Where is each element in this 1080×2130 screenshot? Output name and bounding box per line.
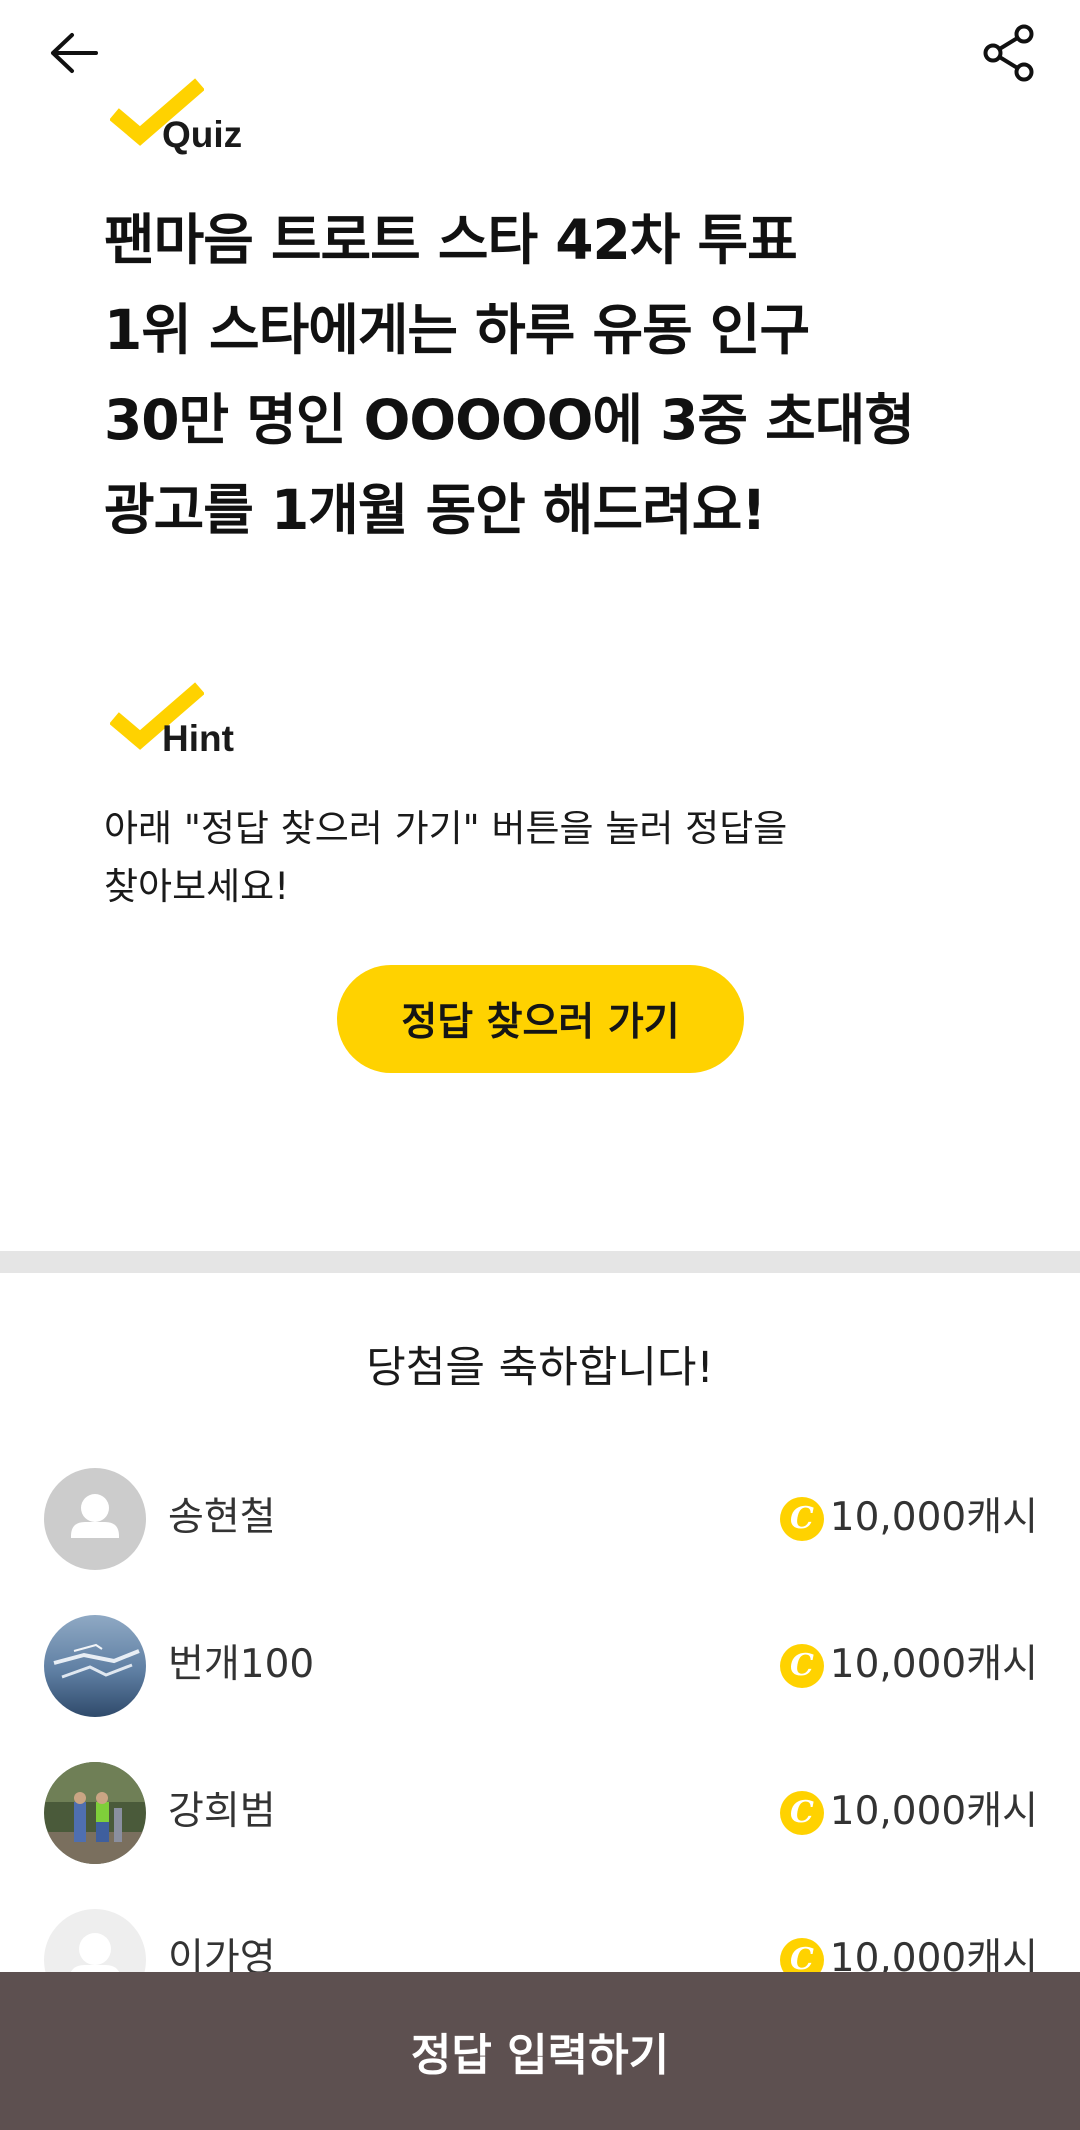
find-answer-button[interactable]: 정답 찾으러 가기 (337, 965, 744, 1073)
cash-coin-icon: C (780, 1497, 824, 1541)
winner-row: 번개100 C 10,000캐시 (0, 1593, 1080, 1723)
winner-name: 번개100 (168, 1642, 315, 1687)
winner-prize: 10,000캐시 (829, 1789, 1038, 1834)
section-divider (0, 1251, 1080, 1273)
winner-prize: 10,000캐시 (829, 1642, 1038, 1687)
cash-coin-icon: C (780, 1791, 824, 1835)
arrow-left-icon (51, 33, 98, 73)
question-line: 광고를 1개월 동안 해드려요! (104, 478, 766, 542)
hint-badge-label: Hint (162, 718, 234, 759)
winner-prize: 10,000캐시 (829, 1495, 1038, 1540)
default-avatar (44, 1468, 146, 1570)
photo-sky-avatar (44, 1615, 146, 1717)
hint-text: 아래 "정답 찾으러 가기" 버튼을 눌러 정답을 찾아보세요! (104, 800, 984, 916)
quiz-badge: Quiz (110, 78, 260, 153)
question-line: 30만 명인 OOOOO에 3중 초대형 (104, 388, 915, 452)
winner-row: 강희범 C 10,000캐시 (0, 1740, 1080, 1870)
photo-hikers-avatar (44, 1762, 146, 1864)
cash-coin-icon: C (780, 1644, 824, 1688)
winners-title: 당첨을 축하합니다! (366, 1343, 714, 1393)
winner-name: 송현철 (168, 1495, 276, 1540)
winner-name: 강희범 (168, 1789, 276, 1834)
share-button[interactable] (974, 18, 1044, 88)
back-button[interactable] (38, 22, 110, 84)
submit-answer-button[interactable]: 정답 입력하기 (0, 1972, 1080, 2130)
quiz-question: 팬마음 트로트 스타 42차 투표 1위 스타에게는 하루 유동 인구 30만 … (104, 195, 1004, 555)
hint-line: 아래 "정답 찾으러 가기" 버튼을 눌러 정답을 (104, 807, 788, 850)
hint-badge: Hint (110, 682, 260, 757)
question-line: 팬마음 트로트 스타 42차 투표 (104, 208, 798, 272)
question-line: 1위 스타에게는 하루 유동 인구 (104, 298, 810, 362)
quiz-badge-label: Quiz (162, 114, 243, 155)
share-icon (983, 24, 1034, 82)
hint-line: 찾아보세요! (104, 865, 290, 908)
winner-row: 송현철 C 10,000캐시 (0, 1446, 1080, 1576)
